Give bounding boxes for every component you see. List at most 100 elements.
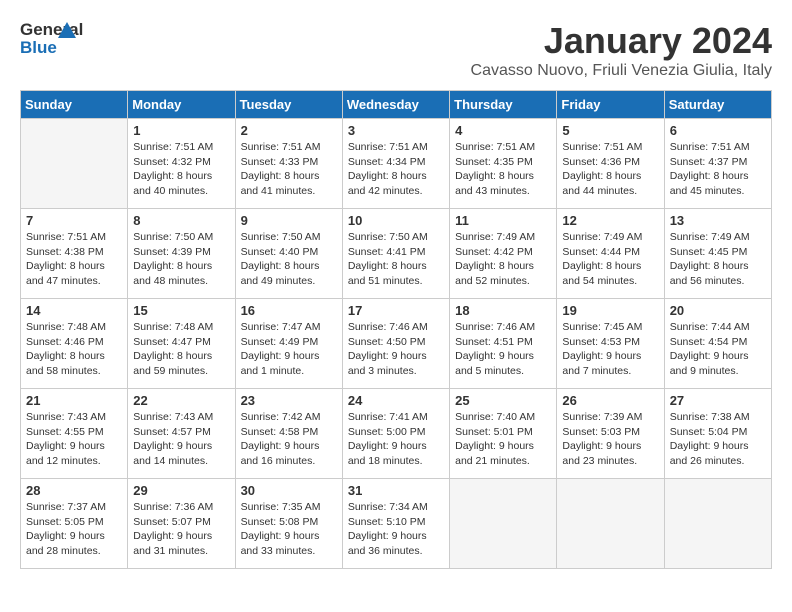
day-info: Sunrise: 7:51 AM Sunset: 4:36 PM Dayligh… — [562, 140, 658, 199]
calendar-cell: 29 Sunrise: 7:36 AM Sunset: 5:07 PM Dayl… — [128, 479, 235, 569]
calendar-cell: 8 Sunrise: 7:50 AM Sunset: 4:39 PM Dayli… — [128, 209, 235, 299]
header-monday: Monday — [128, 91, 235, 119]
sunrise-label: Sunrise: 7:42 AM — [241, 411, 321, 423]
calendar-cell: 7 Sunrise: 7:51 AM Sunset: 4:38 PM Dayli… — [21, 209, 128, 299]
header-sunday: Sunday — [21, 91, 128, 119]
sunset-label: Sunset: 5:01 PM — [455, 426, 533, 438]
calendar-cell: 20 Sunrise: 7:44 AM Sunset: 4:54 PM Dayl… — [664, 299, 771, 389]
calendar-cell: 6 Sunrise: 7:51 AM Sunset: 4:37 PM Dayli… — [664, 119, 771, 209]
daylight-label: Daylight: 8 hours and 41 minutes. — [241, 170, 320, 197]
day-number: 15 — [133, 303, 229, 318]
sunset-label: Sunset: 4:54 PM — [670, 336, 748, 348]
daylight-label: Daylight: 9 hours and 31 minutes. — [133, 530, 212, 557]
sunrise-label: Sunrise: 7:51 AM — [562, 141, 642, 153]
sunset-label: Sunset: 4:34 PM — [348, 156, 426, 168]
sunset-label: Sunset: 4:45 PM — [670, 246, 748, 258]
sunrise-label: Sunrise: 7:50 AM — [241, 231, 321, 243]
calendar-week-1: 1 Sunrise: 7:51 AM Sunset: 4:32 PM Dayli… — [21, 119, 772, 209]
sunset-label: Sunset: 4:33 PM — [241, 156, 319, 168]
calendar-cell: 28 Sunrise: 7:37 AM Sunset: 5:05 PM Dayl… — [21, 479, 128, 569]
sunrise-label: Sunrise: 7:34 AM — [348, 501, 428, 513]
sunset-label: Sunset: 4:50 PM — [348, 336, 426, 348]
sunset-label: Sunset: 5:07 PM — [133, 516, 211, 528]
day-info: Sunrise: 7:46 AM Sunset: 4:51 PM Dayligh… — [455, 320, 551, 379]
day-number: 20 — [670, 303, 766, 318]
sunrise-label: Sunrise: 7:51 AM — [241, 141, 321, 153]
sunrise-label: Sunrise: 7:40 AM — [455, 411, 535, 423]
day-info: Sunrise: 7:39 AM Sunset: 5:03 PM Dayligh… — [562, 410, 658, 469]
day-number: 4 — [455, 123, 551, 138]
sunrise-label: Sunrise: 7:51 AM — [26, 231, 106, 243]
calendar-cell — [21, 119, 128, 209]
sunrise-label: Sunrise: 7:38 AM — [670, 411, 750, 423]
day-info: Sunrise: 7:51 AM Sunset: 4:38 PM Dayligh… — [26, 230, 122, 289]
daylight-label: Daylight: 9 hours and 18 minutes. — [348, 440, 427, 467]
day-number: 2 — [241, 123, 337, 138]
location-title: Cavasso Nuovo, Friuli Venezia Giulia, It… — [471, 62, 772, 80]
calendar-cell — [664, 479, 771, 569]
day-number: 8 — [133, 213, 229, 228]
calendar-cell: 9 Sunrise: 7:50 AM Sunset: 4:40 PM Dayli… — [235, 209, 342, 299]
sunset-label: Sunset: 4:58 PM — [241, 426, 319, 438]
sunset-label: Sunset: 4:49 PM — [241, 336, 319, 348]
day-info: Sunrise: 7:38 AM Sunset: 5:04 PM Dayligh… — [670, 410, 766, 469]
calendar-cell: 30 Sunrise: 7:35 AM Sunset: 5:08 PM Dayl… — [235, 479, 342, 569]
daylight-label: Daylight: 8 hours and 48 minutes. — [133, 260, 212, 287]
daylight-label: Daylight: 9 hours and 28 minutes. — [26, 530, 105, 557]
day-info: Sunrise: 7:48 AM Sunset: 4:47 PM Dayligh… — [133, 320, 229, 379]
sunrise-label: Sunrise: 7:50 AM — [348, 231, 428, 243]
daylight-label: Daylight: 8 hours and 51 minutes. — [348, 260, 427, 287]
calendar-week-2: 7 Sunrise: 7:51 AM Sunset: 4:38 PM Dayli… — [21, 209, 772, 299]
day-info: Sunrise: 7:43 AM Sunset: 4:57 PM Dayligh… — [133, 410, 229, 469]
sunrise-label: Sunrise: 7:50 AM — [133, 231, 213, 243]
daylight-label: Daylight: 8 hours and 54 minutes. — [562, 260, 641, 287]
day-info: Sunrise: 7:40 AM Sunset: 5:01 PM Dayligh… — [455, 410, 551, 469]
day-info: Sunrise: 7:45 AM Sunset: 4:53 PM Dayligh… — [562, 320, 658, 379]
sunrise-label: Sunrise: 7:41 AM — [348, 411, 428, 423]
day-number: 11 — [455, 213, 551, 228]
sunrise-label: Sunrise: 7:47 AM — [241, 321, 321, 333]
calendar-cell: 12 Sunrise: 7:49 AM Sunset: 4:44 PM Dayl… — [557, 209, 664, 299]
sunset-label: Sunset: 4:42 PM — [455, 246, 533, 258]
day-info: Sunrise: 7:51 AM Sunset: 4:37 PM Dayligh… — [670, 140, 766, 199]
calendar-cell: 18 Sunrise: 7:46 AM Sunset: 4:51 PM Dayl… — [450, 299, 557, 389]
day-number: 6 — [670, 123, 766, 138]
sunrise-label: Sunrise: 7:49 AM — [455, 231, 535, 243]
day-number: 5 — [562, 123, 658, 138]
day-number: 26 — [562, 393, 658, 408]
day-number: 30 — [241, 483, 337, 498]
day-number: 24 — [348, 393, 444, 408]
month-title: January 2024 — [471, 20, 772, 62]
day-info: Sunrise: 7:42 AM Sunset: 4:58 PM Dayligh… — [241, 410, 337, 469]
daylight-label: Daylight: 9 hours and 3 minutes. — [348, 350, 427, 377]
daylight-label: Daylight: 9 hours and 5 minutes. — [455, 350, 534, 377]
day-info: Sunrise: 7:49 AM Sunset: 4:44 PM Dayligh… — [562, 230, 658, 289]
day-number: 1 — [133, 123, 229, 138]
day-info: Sunrise: 7:44 AM Sunset: 4:54 PM Dayligh… — [670, 320, 766, 379]
calendar-week-5: 28 Sunrise: 7:37 AM Sunset: 5:05 PM Dayl… — [21, 479, 772, 569]
sunrise-label: Sunrise: 7:48 AM — [133, 321, 213, 333]
day-info: Sunrise: 7:35 AM Sunset: 5:08 PM Dayligh… — [241, 500, 337, 559]
daylight-label: Daylight: 8 hours and 49 minutes. — [241, 260, 320, 287]
calendar-cell: 26 Sunrise: 7:39 AM Sunset: 5:03 PM Dayl… — [557, 389, 664, 479]
calendar-table: SundayMondayTuesdayWednesdayThursdayFrid… — [20, 90, 772, 569]
day-info: Sunrise: 7:51 AM Sunset: 4:34 PM Dayligh… — [348, 140, 444, 199]
sunset-label: Sunset: 4:53 PM — [562, 336, 640, 348]
sunset-label: Sunset: 4:46 PM — [26, 336, 104, 348]
sunset-label: Sunset: 4:57 PM — [133, 426, 211, 438]
sunset-label: Sunset: 5:08 PM — [241, 516, 319, 528]
calendar-week-3: 14 Sunrise: 7:48 AM Sunset: 4:46 PM Dayl… — [21, 299, 772, 389]
calendar-cell: 16 Sunrise: 7:47 AM Sunset: 4:49 PM Dayl… — [235, 299, 342, 389]
daylight-label: Daylight: 8 hours and 56 minutes. — [670, 260, 749, 287]
calendar-cell: 4 Sunrise: 7:51 AM Sunset: 4:35 PM Dayli… — [450, 119, 557, 209]
day-number: 9 — [241, 213, 337, 228]
calendar-cell — [450, 479, 557, 569]
calendar-cell: 22 Sunrise: 7:43 AM Sunset: 4:57 PM Dayl… — [128, 389, 235, 479]
daylight-label: Daylight: 9 hours and 26 minutes. — [670, 440, 749, 467]
day-number: 16 — [241, 303, 337, 318]
calendar-cell: 13 Sunrise: 7:49 AM Sunset: 4:45 PM Dayl… — [664, 209, 771, 299]
header-saturday: Saturday — [664, 91, 771, 119]
sunrise-label: Sunrise: 7:46 AM — [348, 321, 428, 333]
calendar-cell: 11 Sunrise: 7:49 AM Sunset: 4:42 PM Dayl… — [450, 209, 557, 299]
day-info: Sunrise: 7:50 AM Sunset: 4:40 PM Dayligh… — [241, 230, 337, 289]
